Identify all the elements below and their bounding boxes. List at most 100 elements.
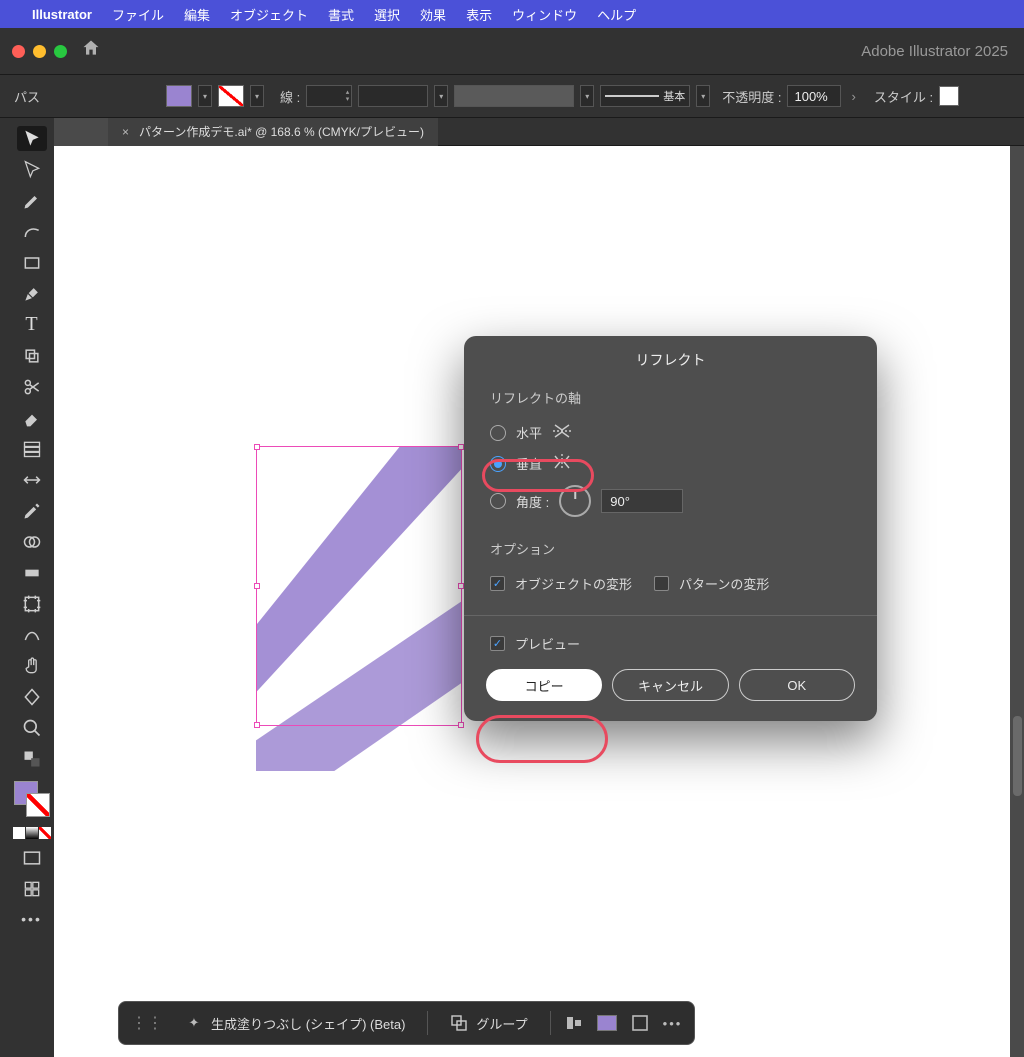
fill-swatch-ctx[interactable] [597,1015,617,1031]
menu-view[interactable]: 表示 [466,5,492,24]
scrollbar-thumb[interactable] [1013,716,1022,796]
more-tools-icon[interactable]: ••• [21,911,42,927]
opacity-input[interactable]: 100% [787,85,841,107]
axis-angle-row[interactable]: 角度 : 90° [490,479,851,523]
type-tool[interactable]: T [17,312,47,337]
stroke-weight-input[interactable]: ▴▾ [306,85,352,107]
ok-button[interactable]: OK [739,669,855,701]
scissors-tool[interactable] [17,374,47,399]
menu-window[interactable]: ウィンドウ [512,5,577,24]
transform-objects-label: オブジェクトの変形 [515,574,632,593]
group-icon [450,1014,468,1032]
handle[interactable] [254,583,260,589]
vertical-axis-icon [552,454,572,473]
close-button[interactable] [12,45,25,58]
fill-swatch[interactable] [166,85,192,107]
radio-vertical[interactable] [490,456,506,472]
stroke-style-chevron[interactable]: ▾ [434,85,448,107]
opacity-chevron[interactable]: › [847,89,859,104]
angle-knob[interactable] [559,485,591,517]
more-icon[interactable]: ••• [663,1016,683,1031]
app-name[interactable]: Illustrator [32,7,92,22]
paintbrush-tool[interactable] [17,281,47,306]
window-titlebar: Adobe Illustrator 2025 [0,28,1024,74]
stroke-swatch[interactable] [218,85,244,107]
direct-selection-tool[interactable] [17,157,47,182]
axis-section-label: リフレクトの軸 [490,388,851,407]
horizontal-axis-icon [552,423,572,442]
menu-edit[interactable]: 編集 [184,5,210,24]
options-section-label: オプション [490,539,851,558]
pen-tool[interactable] [17,188,47,213]
width-tool[interactable] [17,467,47,492]
stroke-label: 線 : [280,87,300,106]
graphic-style-swatch[interactable] [939,86,959,106]
handle[interactable] [254,722,260,728]
color-mode-row[interactable] [13,827,51,839]
menu-help[interactable]: ヘルプ [597,5,636,24]
dialog-title: リフレクト [464,336,877,380]
checkbox-transform-patterns[interactable] [654,576,669,591]
fill-dropdown[interactable]: ▾ [198,85,212,107]
toggle-normal-icon[interactable] [17,746,47,771]
home-icon[interactable] [81,38,101,64]
checkbox-preview[interactable] [490,636,505,651]
artboard-tool[interactable] [17,591,47,616]
profile-chevron[interactable]: ▾ [696,85,710,107]
align-icon[interactable] [565,1014,583,1032]
separator [550,1011,551,1035]
selection-bounds [256,446,462,726]
handle[interactable] [254,444,260,450]
vw-chevron[interactable]: ▾ [580,85,594,107]
eraser-tool[interactable] [17,405,47,430]
radio-horizontal[interactable] [490,425,506,441]
hand-tool[interactable] [17,653,47,678]
shape-builder-tool[interactable] [17,529,47,554]
angle-input[interactable]: 90° [601,489,683,513]
axis-vertical-row[interactable]: 垂直 [490,448,851,479]
document-tab[interactable]: × パターン作成デモ.ai* @ 168.6 % (CMYK/プレビュー) [108,118,438,146]
stroke-style-dropdown[interactable] [358,85,428,107]
angle-label: 角度 : [516,492,549,511]
diamond-tool[interactable] [17,684,47,709]
separator [427,1011,428,1035]
stroke-ctx-icon[interactable] [631,1014,649,1032]
copy-button[interactable]: コピー [486,669,602,701]
checkbox-transform-objects[interactable] [490,576,505,591]
maximize-button[interactable] [54,45,67,58]
variable-width-dropdown[interactable] [454,85,574,107]
edit-toolbar-icon[interactable] [17,876,47,901]
menu-type[interactable]: 書式 [328,5,354,24]
minimize-button[interactable] [33,45,46,58]
blend-tool[interactable] [17,622,47,647]
fill-stroke-indicator[interactable] [14,781,50,817]
tab-title: パターン作成デモ.ai* @ 168.6 % (CMYK/プレビュー) [139,123,424,140]
stroke-dropdown[interactable]: ▾ [250,85,264,107]
contextual-taskbar[interactable]: ⋮⋮ ✦ 生成塗りつぶし (シェイプ) (Beta) グループ ••• [118,1001,695,1045]
horizontal-label: 水平 [516,423,542,442]
eyedropper-tool[interactable] [17,498,47,523]
menu-effect[interactable]: 効果 [420,5,446,24]
control-bar: パス ▾ ▾ 線 : ▴▾ ▾ ▾ 基本 ▾ 不透明度 : 100% › スタイ… [0,74,1024,118]
group-button[interactable]: グループ [442,1010,535,1037]
zoom-tool[interactable] [17,715,47,740]
radio-angle[interactable] [490,493,506,509]
curvature-tool[interactable] [17,219,47,244]
handle[interactable] [458,722,464,728]
brush-profile[interactable]: 基本 [600,85,690,107]
rotate-tool[interactable] [17,343,47,368]
generative-fill-button[interactable]: ✦ 生成塗りつぶし (シェイプ) (Beta) [177,1010,413,1037]
drag-handle-icon[interactable]: ⋮⋮ [131,1013,163,1033]
rectangle-tool[interactable] [17,250,47,275]
tab-close-icon[interactable]: × [122,125,129,139]
cancel-button[interactable]: キャンセル [612,669,728,701]
screen-mode-icon[interactable] [17,845,47,870]
menu-select[interactable]: 選択 [374,5,400,24]
layers-tools-icon[interactable] [17,436,47,461]
menu-object[interactable]: オブジェクト [230,5,308,24]
selection-tool[interactable] [17,126,47,151]
gradient-tool[interactable] [17,560,47,585]
menu-file[interactable]: ファイル [112,5,164,24]
transform-patterns-label: パターンの変形 [679,574,769,593]
axis-horizontal-row[interactable]: 水平 [490,417,851,448]
